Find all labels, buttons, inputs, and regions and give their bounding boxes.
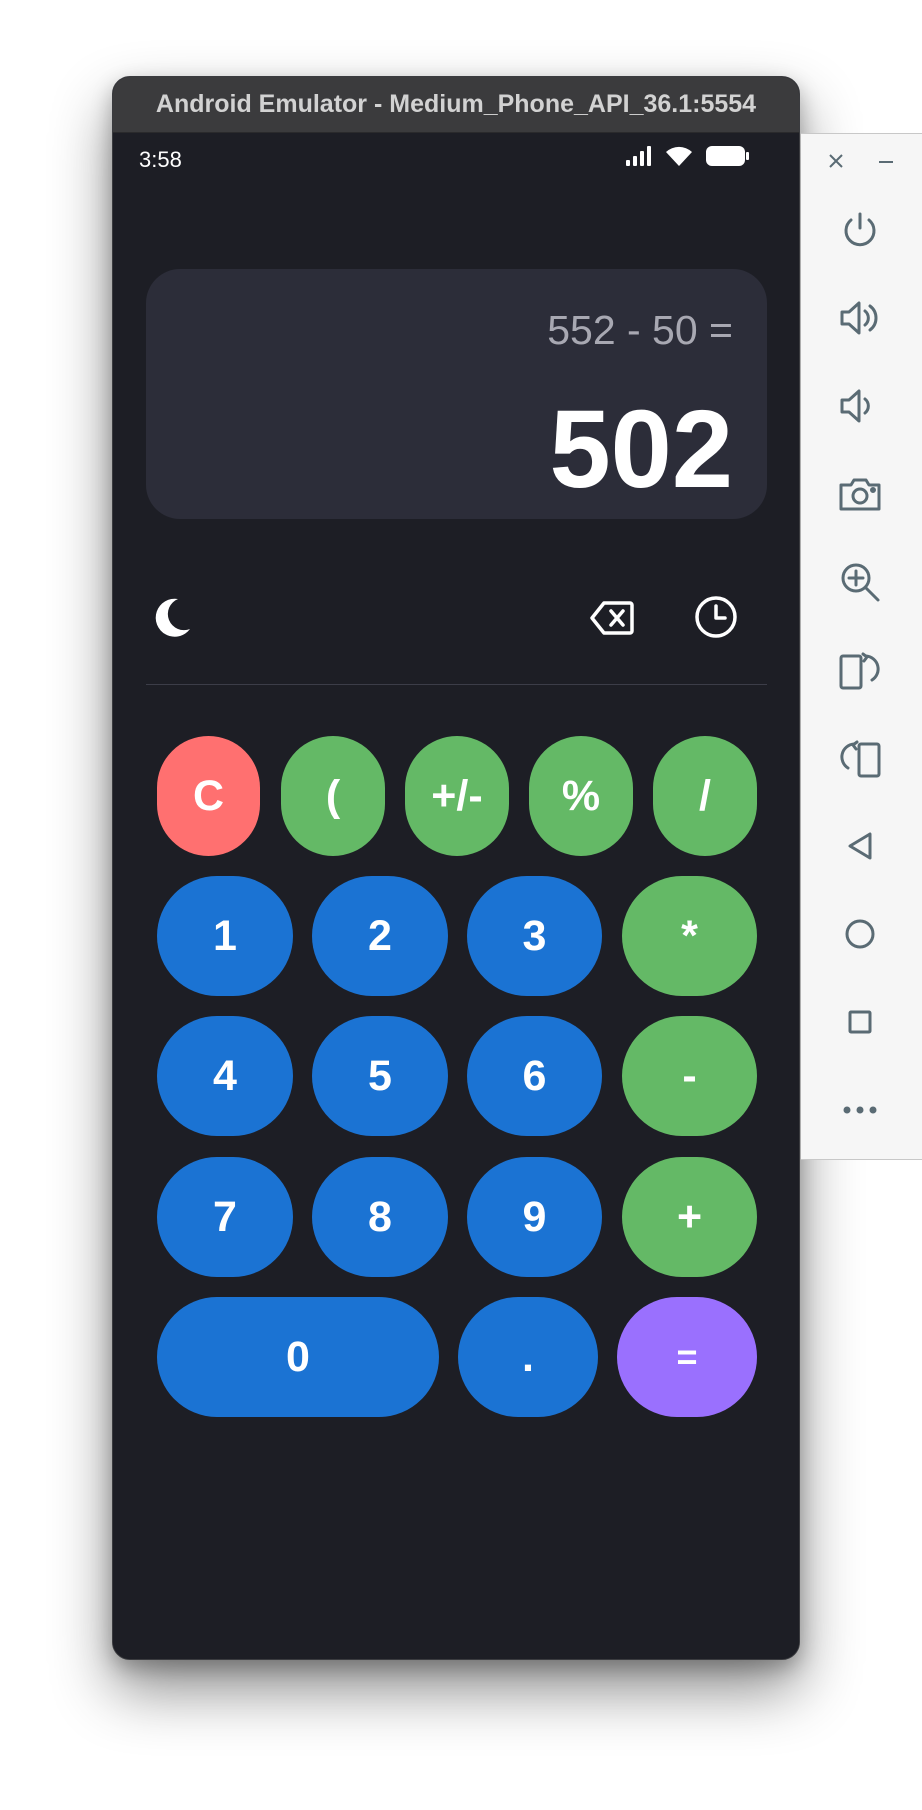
digit-7-button[interactable]: 7 [157, 1157, 293, 1277]
digit-0-button[interactable]: 0 [157, 1297, 439, 1417]
result-text: 502 [549, 388, 733, 511]
digit-2-button[interactable]: 2 [312, 876, 448, 996]
digit-3-button[interactable]: 3 [467, 876, 602, 996]
digit-6-button[interactable]: 6 [467, 1016, 602, 1136]
decimal-button[interactable]: . [458, 1297, 598, 1417]
digit-1-button[interactable]: 1 [157, 876, 293, 996]
signal-icon [625, 145, 653, 172]
digit-5-button[interactable]: 5 [312, 1016, 448, 1136]
window-title: Android Emulator - Medium_Phone_API_36.1… [113, 77, 799, 133]
emulator-side-toolbar [801, 133, 922, 1160]
rotate-left-icon[interactable] [827, 637, 893, 703]
rotate-right-icon[interactable] [827, 725, 893, 791]
battery-icon [705, 145, 751, 172]
digit-9-button[interactable]: 9 [467, 1157, 602, 1277]
percent-button[interactable]: % [529, 736, 633, 856]
status-icons [625, 145, 751, 172]
back-icon[interactable] [827, 813, 893, 879]
sign-toggle-button[interactable]: +/- [405, 736, 509, 856]
digit-8-button[interactable]: 8 [312, 1157, 448, 1277]
power-icon[interactable] [827, 197, 893, 263]
home-icon[interactable] [827, 901, 893, 967]
status-time: 3:58 [139, 147, 182, 172]
open-paren-button[interactable]: ( [281, 736, 385, 856]
display-panel: 552 - 50 = 502 [146, 269, 767, 519]
zoom-icon[interactable] [827, 549, 893, 615]
divider [146, 684, 767, 685]
wifi-icon [665, 145, 693, 172]
volume-up-icon[interactable] [827, 285, 893, 351]
multiply-button[interactable]: * [622, 876, 757, 996]
add-button[interactable]: + [622, 1157, 757, 1277]
digit-4-button[interactable]: 4 [157, 1016, 293, 1136]
equals-button[interactable]: = [617, 1297, 757, 1417]
phone-screen: 3:58 552 - 50 = 502 C (+/- % / 1 2 3 * … [113, 133, 799, 1659]
more-icon[interactable] [827, 1077, 893, 1143]
expression-text: 552 - 50 = [547, 307, 733, 353]
emulator-window: Android Emulator - Medium_Phone_API_36.1… [112, 76, 800, 1660]
close-icon[interactable] [821, 146, 851, 176]
subtract-button[interactable]: - [622, 1016, 757, 1136]
overview-icon[interactable] [827, 989, 893, 1055]
camera-icon[interactable] [827, 461, 893, 527]
volume-down-icon[interactable] [827, 373, 893, 439]
minimize-icon[interactable] [871, 146, 901, 176]
moon-icon[interactable] [146, 593, 196, 643]
divide-button[interactable]: / [653, 736, 757, 856]
history-icon[interactable] [691, 592, 741, 642]
backspace-icon[interactable] [587, 593, 637, 643]
clear-button[interactable]: C [157, 736, 260, 856]
